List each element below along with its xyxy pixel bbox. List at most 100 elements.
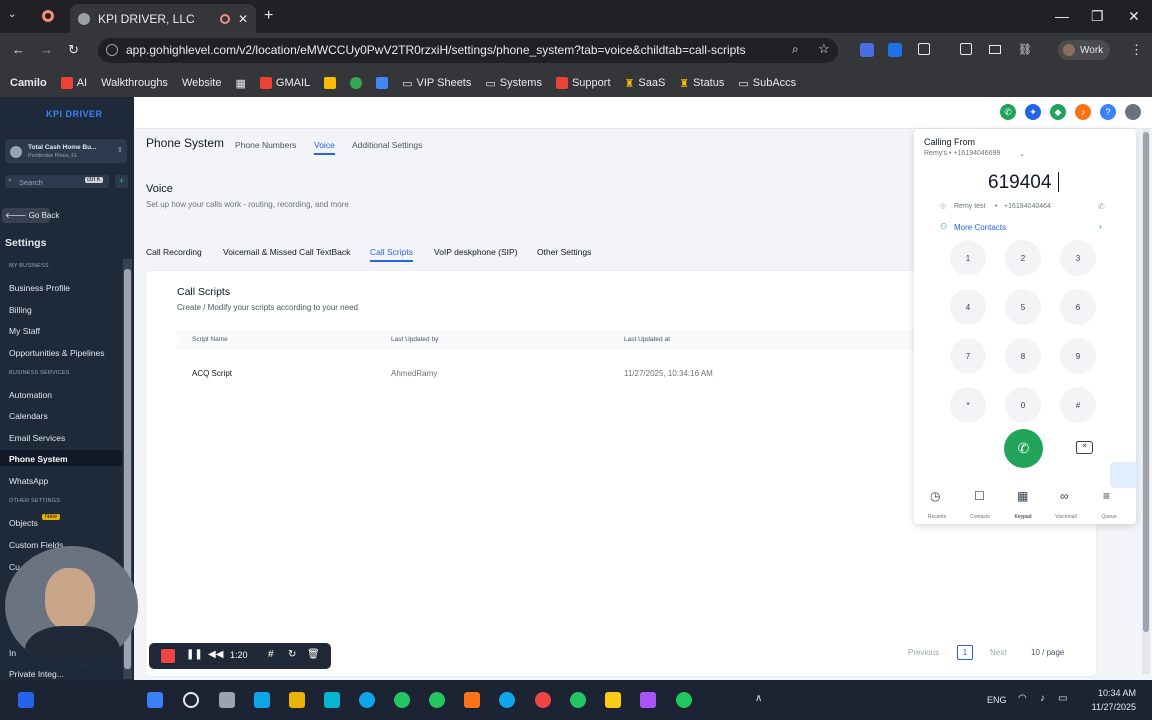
back-icon[interactable]: ← — [12, 42, 25, 57]
passwords-icon[interactable] — [960, 43, 972, 55]
key-hash[interactable]: # — [1060, 387, 1096, 423]
key-6[interactable]: 6 — [1060, 289, 1096, 325]
tab-queue[interactable]: Queue — [1094, 514, 1124, 520]
bookmark-vip-sheets[interactable]: ▭ VIP Sheets — [402, 77, 471, 90]
sidebar-item-my-staff[interactable]: My Staff — [9, 326, 40, 336]
chrome-icon[interactable] — [350, 77, 363, 89]
edge-icon[interactable] — [359, 692, 375, 708]
bookmark-star-icon[interactable]: ☆ — [818, 41, 830, 57]
bookmark-saas[interactable]: ♜ SaaS — [625, 77, 666, 90]
sidebar-item-private-integrations[interactable]: Private Integ... — [9, 669, 64, 679]
tab-contacts[interactable]: Contacts — [965, 514, 995, 520]
tab-phone-numbers[interactable]: Phone Numbers — [235, 140, 296, 150]
bookmark-subaccs[interactable]: ▭ SubAccs — [738, 77, 796, 90]
drive-icon[interactable] — [324, 77, 337, 89]
chrome-red-icon[interactable] — [535, 692, 551, 708]
restart-icon[interactable]: ↻ — [288, 649, 296, 660]
sidebar-item-opportunities[interactable]: Opportunities & Pipelines — [9, 348, 104, 358]
payment-icon[interactable] — [989, 45, 1001, 54]
delete-icon[interactable]: 🗑 — [307, 649, 320, 660]
clock-date[interactable]: 11/27/2025 — [1083, 702, 1136, 712]
table-row[interactable] — [177, 360, 915, 388]
extensions-icon[interactable] — [918, 43, 930, 55]
key-8[interactable]: 8 — [1005, 338, 1041, 374]
start-icon[interactable] — [147, 692, 163, 708]
floating-widget-icon[interactable] — [1110, 462, 1140, 488]
sidebar-item-calendars[interactable]: Calendars — [9, 411, 48, 421]
minimize-icon[interactable]: — — [1055, 8, 1069, 24]
menu-icon[interactable]: ⋮ — [1130, 42, 1143, 58]
grid-icon[interactable]: # — [268, 649, 274, 660]
bookmark-camilo[interactable]: Camilo — [10, 77, 47, 89]
key-1[interactable]: 1 — [950, 240, 986, 276]
pause-icon[interactable]: ❚❚ — [186, 649, 203, 660]
zoom-icon[interactable]: ⌕ — [792, 42, 799, 57]
app-icon[interactable] — [254, 692, 270, 708]
spotify-icon[interactable] — [429, 692, 445, 708]
bookmark-ai[interactable]: AI — [60, 77, 87, 89]
app-icon[interactable] — [464, 692, 480, 708]
sidebar-item-automation[interactable]: Automation — [9, 390, 52, 400]
per-page-select[interactable]: 10 / page — [1031, 648, 1064, 657]
suggestion-number[interactable]: +16194040464 — [1004, 203, 1051, 210]
tab-voicemail[interactable]: Voicemail — [1051, 514, 1081, 520]
subtab-call-scripts[interactable]: Call Scripts — [370, 247, 413, 257]
search-taskbar-icon[interactable] — [183, 692, 199, 708]
tab-voice[interactable]: Voice — [314, 140, 335, 150]
app-icon[interactable] — [324, 692, 340, 708]
stop-record-icon[interactable] — [161, 649, 175, 663]
url-bar[interactable]: app.gohighlevel.com/v2/location/eMWCCUy0… — [98, 38, 838, 63]
contacts-tab-icon[interactable]: ☐ — [974, 489, 985, 503]
calendar-icon[interactable] — [376, 77, 389, 89]
call-suggestion-icon[interactable]: ✆ — [1098, 202, 1105, 211]
battery-icon[interactable]: ▭ — [1058, 693, 1067, 704]
pagination-previous[interactable]: Previous — [908, 648, 939, 657]
key-star[interactable]: * — [950, 387, 986, 423]
sidebar-item-business-profile[interactable]: Business Profile — [9, 283, 70, 293]
key-4[interactable]: 4 — [950, 289, 986, 325]
chevron-right-icon[interactable]: › — [1099, 222, 1102, 231]
language-indicator[interactable]: ENG — [987, 695, 1007, 705]
sidebar-item-email-services[interactable]: Email Services — [9, 433, 65, 443]
more-contacts-link[interactable]: More Contacts — [954, 223, 1006, 232]
phone-icon[interactable]: ✆ — [1000, 104, 1016, 120]
tab-close-icon[interactable]: ✕ — [238, 12, 248, 26]
sticky-notes-icon[interactable] — [605, 692, 621, 708]
restore-icon[interactable]: ❐ — [1091, 8, 1104, 25]
subtab-other-settings[interactable]: Other Settings — [537, 247, 591, 257]
voicemail-icon[interactable]: ∞ — [1060, 489, 1069, 503]
clock-time[interactable]: 10:34 AM — [1090, 688, 1136, 698]
call-button[interactable]: ✆ — [1004, 429, 1043, 468]
whatsapp-icon[interactable] — [676, 692, 692, 708]
rewind-icon[interactable]: ◀◀ — [208, 649, 223, 660]
subtab-call-recording[interactable]: Call Recording — [146, 247, 202, 257]
subtab-voip-deskphone[interactable]: VoIP deskphone (SIP) — [434, 247, 517, 257]
main-scroll-thumb[interactable] — [1143, 132, 1149, 632]
bookmark-status[interactable]: ♜ Status — [679, 77, 724, 90]
reload-icon[interactable]: ↻ — [68, 42, 79, 58]
user-avatar[interactable] — [1125, 104, 1141, 120]
telegram-icon[interactable] — [499, 692, 515, 708]
slack-icon[interactable] — [640, 692, 656, 708]
site-info-icon[interactable] — [106, 44, 118, 56]
chevron-down-icon[interactable]: ⌄ — [1019, 150, 1025, 158]
announcement-icon[interactable]: ◆ — [1050, 104, 1066, 120]
pagination-page-1[interactable]: 1 — [957, 645, 973, 660]
calling-from-select[interactable]: Remy's • +16194046699 — [924, 150, 1000, 157]
quick-action-icon[interactable]: + — [115, 175, 128, 188]
suggestion-name[interactable]: Remy test — [954, 203, 986, 210]
bookmark-gmail[interactable]: GMAIL — [259, 77, 310, 89]
sidebar-item-billing[interactable]: Billing — [9, 305, 32, 315]
bookmark-walkthroughs[interactable]: Walkthroughs — [101, 77, 168, 89]
tab-additional-settings[interactable]: Additional Settings — [352, 140, 422, 150]
link-icon[interactable]: ⛓ — [1018, 43, 1032, 56]
forward-icon[interactable]: → — [40, 42, 53, 57]
row-script-name[interactable]: ACQ Script — [192, 369, 232, 378]
account-switcher[interactable] — [5, 139, 127, 163]
task-view-icon[interactable] — [219, 692, 235, 708]
chrome-active-icon[interactable] — [570, 692, 586, 708]
key-0[interactable]: 0 — [1005, 387, 1041, 423]
keypad-icon[interactable]: ▦ — [1017, 489, 1028, 503]
profile-button[interactable]: Work — [1058, 40, 1110, 60]
tab-keypad[interactable]: Keypad — [1008, 514, 1038, 520]
